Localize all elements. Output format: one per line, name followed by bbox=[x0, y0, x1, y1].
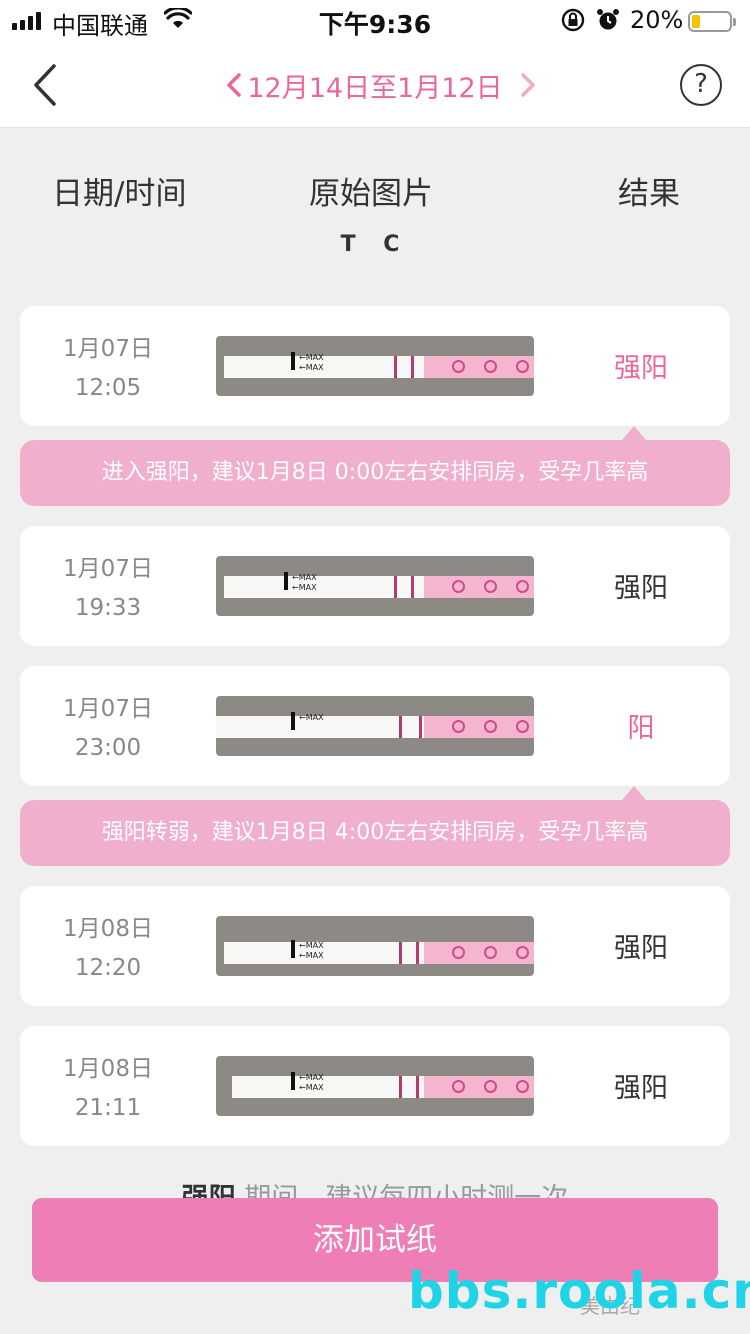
test-strip-image: ←MAX ←MAX bbox=[216, 336, 534, 396]
record-date: 1月07日 bbox=[63, 696, 153, 722]
record-datetime: 1月07日 19:33 bbox=[20, 550, 196, 628]
record-result: 强阳 bbox=[614, 573, 668, 604]
rotation-lock-icon bbox=[561, 8, 585, 32]
site-watermark: bbs.roola.cn bbox=[408, 1262, 750, 1320]
nav-bar: 12月14日至1月12日 ? bbox=[0, 42, 750, 128]
record-time: 12:05 bbox=[74, 375, 142, 401]
status-bar: 中国联通 下午9:36 20% bbox=[0, 0, 750, 42]
record-card[interactable]: 1月07日 23:00 ←MAX 阳 bbox=[20, 666, 730, 786]
record-date: 1月08日 bbox=[63, 916, 153, 942]
record-time: 12:20 bbox=[74, 955, 142, 981]
record-datetime: 1月07日 23:00 bbox=[20, 690, 196, 768]
chevron-right-icon[interactable] bbox=[518, 72, 538, 98]
record-card[interactable]: 1月08日 21:11 ←MAX ←MAX 强阳 bbox=[20, 1026, 730, 1146]
battery-percent: 20% bbox=[630, 6, 684, 34]
test-strip-image: ←MAX ←MAX bbox=[216, 556, 534, 616]
advice-tip: 强阳转弱，建议1月8日 4:00左右安排同房，受孕几率高 bbox=[20, 786, 730, 866]
record-datetime: 1月07日 12:05 bbox=[20, 330, 196, 408]
column-header-result: 结果 bbox=[618, 176, 680, 212]
record-card[interactable]: 1月08日 12:20 ←MAX ←MAX 强阳 bbox=[20, 886, 730, 1006]
test-strip-image: ←MAX ←MAX bbox=[216, 1056, 534, 1116]
record-card[interactable]: 1月07日 19:33 ←MAX ←MAX 强阳 bbox=[20, 526, 730, 646]
record-card[interactable]: 1月07日 12:05 ←MAX ←MAX 强阳 bbox=[20, 306, 730, 426]
test-strip-image: ←MAX bbox=[216, 696, 534, 756]
record-result: 阳 bbox=[627, 713, 655, 744]
record-datetime: 1月08日 12:20 bbox=[20, 910, 196, 988]
record-time: 23:00 bbox=[74, 735, 142, 761]
tc-label: T C bbox=[340, 232, 410, 257]
test-strip-image: ←MAX ←MAX bbox=[216, 916, 534, 976]
column-header-image: 原始图片 bbox=[309, 176, 433, 212]
record-date: 1月08日 bbox=[63, 1056, 153, 1082]
column-header-datetime: 日期/时间 bbox=[52, 176, 187, 212]
record-datetime: 1月08日 21:11 bbox=[20, 1050, 196, 1128]
battery-icon bbox=[688, 11, 736, 32]
record-result: 强阳 bbox=[614, 353, 668, 384]
record-time: 19:33 bbox=[74, 595, 142, 621]
record-time: 21:11 bbox=[74, 1095, 142, 1121]
record-date: 1月07日 bbox=[63, 336, 153, 362]
advice-tip: 进入强阳，建议1月8日 0:00左右安排同房，受孕几率高 bbox=[20, 426, 730, 506]
alarm-icon bbox=[597, 9, 619, 30]
record-date: 1月07日 bbox=[63, 556, 153, 582]
record-result: 强阳 bbox=[614, 933, 668, 964]
record-result: 强阳 bbox=[614, 1073, 668, 1104]
date-range-title: 12月14日至1月12日 bbox=[247, 73, 503, 104]
help-icon[interactable]: ? bbox=[680, 64, 722, 106]
